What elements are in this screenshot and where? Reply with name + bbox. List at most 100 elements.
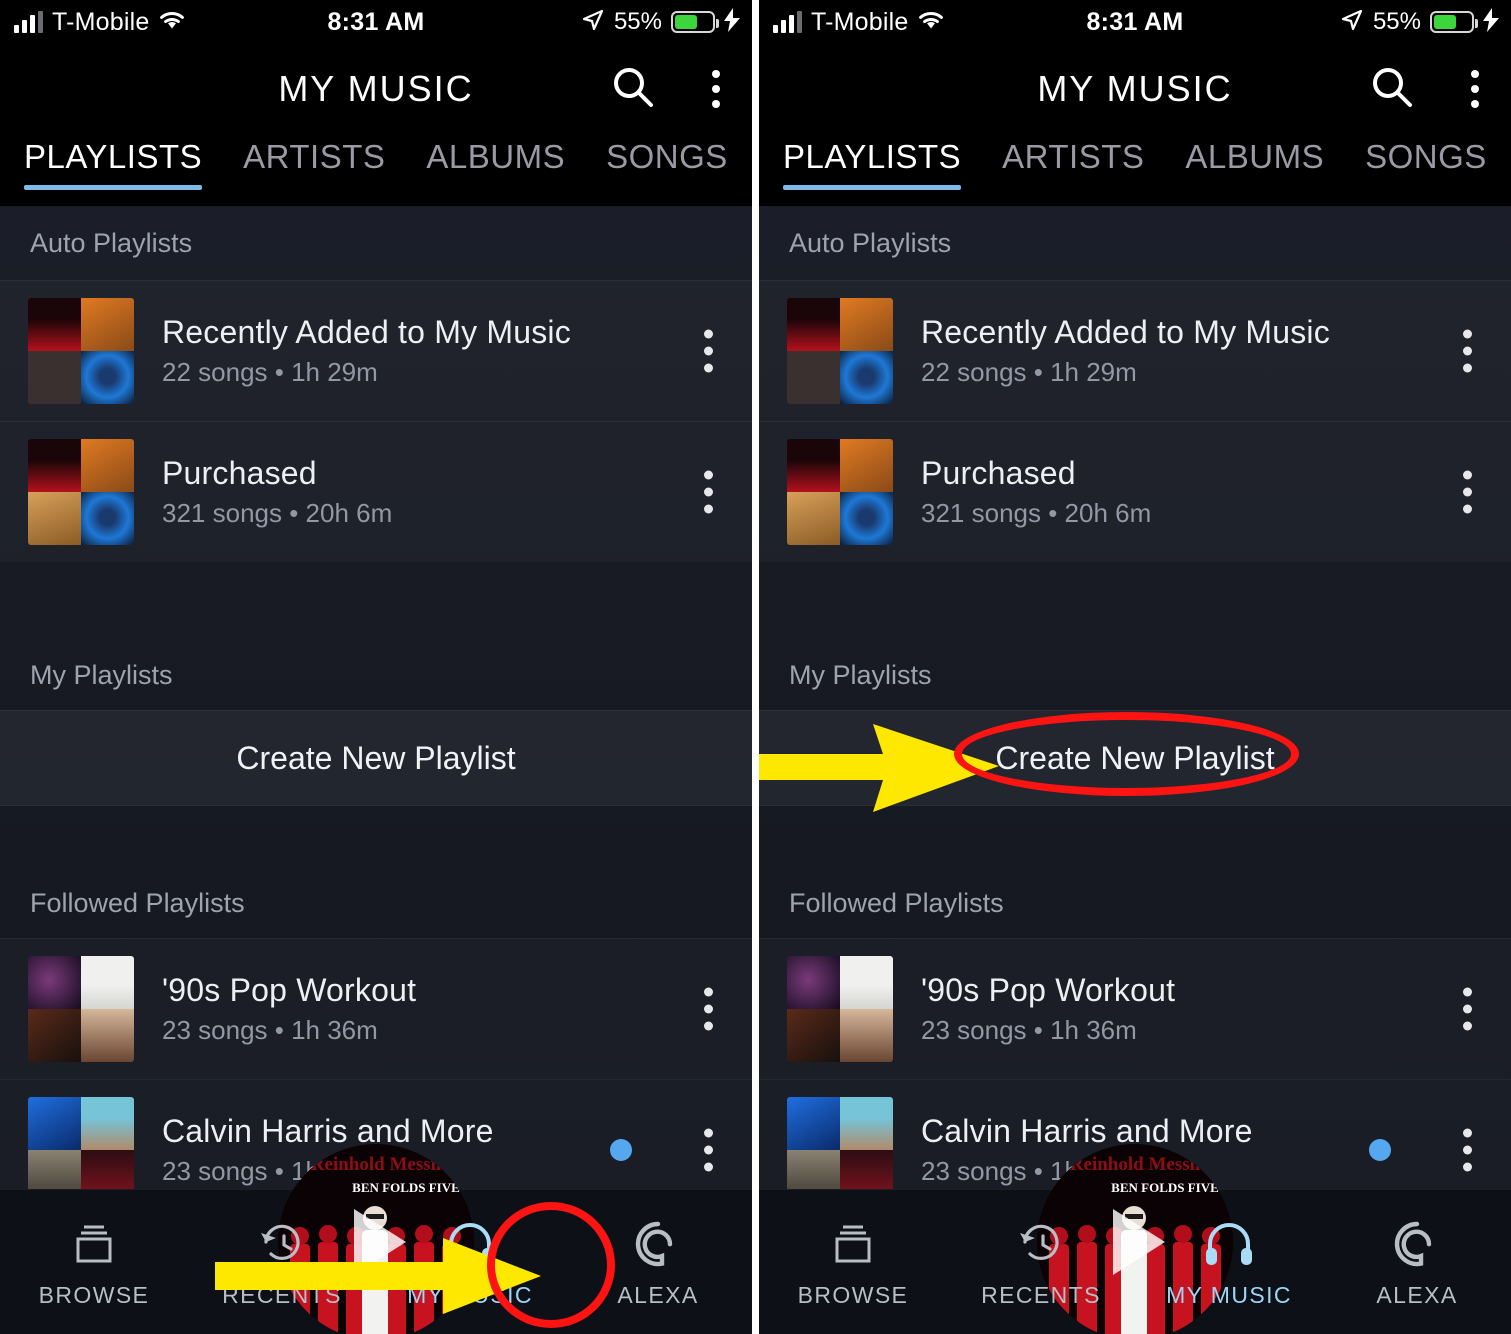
- status-bar: T-Mobile 8:31 AM 55%: [759, 0, 1511, 44]
- playlist-title: Recently Added to My Music: [162, 314, 571, 350]
- playlist-artwork: [787, 1097, 893, 1203]
- app-header: MY MUSIC: [759, 44, 1511, 134]
- battery-icon: [671, 11, 719, 33]
- app-header: MY MUSIC: [0, 44, 752, 134]
- annotation-highlight-my-music: [487, 1202, 615, 1328]
- playlist-title: Purchased: [921, 455, 1076, 491]
- browse-cards-icon: [70, 1216, 118, 1268]
- row-kebab-menu-icon[interactable]: [1457, 465, 1478, 520]
- row-kebab-menu-icon[interactable]: [698, 982, 719, 1037]
- bottom-navigation-bar: BROWSE RECENTS MY MUSIC ALEXA Reinhold M…: [759, 1144, 1511, 1334]
- list-item[interactable]: '90s Pop Workout 23 songs • 1h 36m: [0, 938, 752, 1079]
- list-item-text: Recently Added to My Music 22 songs • 1h…: [921, 314, 1330, 388]
- playlist-title: '90s Pop Workout: [921, 972, 1176, 1008]
- playlist-subtitle: 23 songs • 1h 36m: [921, 1015, 1137, 1045]
- svg-text:BEN FOLDS FIVE: BEN FOLDS FIVE: [352, 1180, 460, 1195]
- screenshot-stage: T-Mobile 8:31 AM 55% MY MUSIC PLAYLISTS …: [0, 0, 1511, 1334]
- tab-albums[interactable]: ALBUMS: [1185, 134, 1324, 176]
- row-kebab-menu-icon[interactable]: [698, 324, 719, 379]
- tab-songs[interactable]: SONGS: [1365, 134, 1487, 176]
- search-icon[interactable]: [610, 64, 656, 115]
- alexa-ring-icon: [634, 1216, 682, 1268]
- playlist-artwork: [28, 439, 134, 545]
- nav-item-recents[interactable]: RECENTS: [947, 1216, 1135, 1309]
- tab-songs[interactable]: SONGS: [606, 134, 728, 176]
- annotation-highlight-create-playlist: [954, 712, 1299, 796]
- nav-label: MY MUSIC: [1166, 1281, 1292, 1308]
- row-kebab-menu-icon[interactable]: [698, 1123, 719, 1178]
- playlist-artwork: [28, 298, 134, 404]
- battery-percent-label: 55%: [1372, 8, 1421, 35]
- clock-label: 8:31 AM: [1086, 7, 1184, 36]
- nav-item-recents[interactable]: RECENTS: [188, 1216, 376, 1309]
- clock-rewind-icon: [1017, 1216, 1065, 1268]
- nav-item-browse[interactable]: BROWSE: [759, 1216, 947, 1309]
- search-icon[interactable]: [1369, 64, 1415, 115]
- svg-text:BEN FOLDS FIVE: BEN FOLDS FIVE: [1111, 1180, 1219, 1195]
- lightning-bolt-icon: [724, 7, 740, 37]
- tab-artists[interactable]: ARTISTS: [1002, 134, 1144, 176]
- status-bar-right: 55%: [581, 0, 740, 44]
- header-actions: [1369, 44, 1489, 134]
- clock-label: 8:31 AM: [327, 7, 425, 36]
- playlist-subtitle: 23 songs • 1h 36m: [162, 1015, 378, 1045]
- nav-label: BROWSE: [38, 1281, 150, 1308]
- playlist-artwork: [787, 956, 893, 1062]
- tab-bar: PLAYLISTS ARTISTS ALBUMS SONGS GENRES: [759, 134, 1511, 206]
- list-item[interactable]: Recently Added to My Music 22 songs • 1h…: [0, 280, 752, 421]
- create-new-playlist-button[interactable]: Create New Playlist: [0, 710, 752, 806]
- playlist-subtitle: 22 songs • 1h 29m: [162, 357, 378, 387]
- list-item[interactable]: '90s Pop Workout 23 songs • 1h 36m: [759, 938, 1511, 1079]
- playlist-title: Purchased: [162, 455, 317, 491]
- svg-text:Reinhold Messn: Reinhold Messn: [1070, 1154, 1201, 1175]
- list-item[interactable]: Purchased 321 songs • 20h 6m: [759, 421, 1511, 562]
- left-screenshot-panel: T-Mobile 8:31 AM 55% MY MUSIC PLAYLISTS …: [0, 0, 752, 1334]
- playlist-artwork: [787, 439, 893, 545]
- playlist-title: Recently Added to My Music: [921, 314, 1330, 350]
- section-header-my-playlists: My Playlists: [789, 659, 932, 690]
- nav-label: BROWSE: [797, 1281, 909, 1308]
- nav-label: RECENTS: [981, 1281, 1101, 1308]
- row-kebab-menu-icon[interactable]: [698, 465, 719, 520]
- downloaded-status-dot: [610, 1139, 632, 1161]
- row-kebab-menu-icon[interactable]: [1457, 1123, 1478, 1178]
- bottom-navigation-bar: BROWSE RECENTS MY MUSIC ALEXA Reinhold M…: [0, 1144, 752, 1334]
- battery-percent-label: 55%: [613, 8, 662, 35]
- tab-artists[interactable]: ARTISTS: [243, 134, 385, 176]
- tab-bar: PLAYLISTS ARTISTS ALBUMS SONGS GENRES: [0, 134, 752, 206]
- section-header-auto-playlists: Auto Playlists: [789, 227, 952, 258]
- playlist-subtitle: 321 songs • 20h 6m: [921, 498, 1152, 528]
- nav-label: ALEXA: [617, 1281, 699, 1308]
- playlist-subtitle: 321 songs • 20h 6m: [162, 498, 393, 528]
- list-item[interactable]: Purchased 321 songs • 20h 6m: [0, 421, 752, 562]
- browse-cards-icon: [829, 1216, 877, 1268]
- list-item[interactable]: Recently Added to My Music 22 songs • 1h…: [759, 280, 1511, 421]
- section-header-followed-playlists: Followed Playlists: [30, 887, 245, 918]
- nav-item-alexa[interactable]: ALEXA: [1323, 1216, 1511, 1309]
- section-header-my-playlists: My Playlists: [30, 659, 173, 690]
- row-kebab-menu-icon[interactable]: [1457, 324, 1478, 379]
- nav-label: RECENTS: [222, 1281, 342, 1308]
- tab-playlists[interactable]: PLAYLISTS: [24, 134, 203, 190]
- lightning-bolt-icon: [1483, 7, 1499, 37]
- section-header-followed-playlists: Followed Playlists: [789, 887, 1004, 918]
- kebab-menu-icon[interactable]: [702, 64, 730, 114]
- nav-item-browse[interactable]: BROWSE: [0, 1216, 188, 1309]
- list-item-text: Recently Added to My Music 22 songs • 1h…: [162, 314, 571, 388]
- nav-item-my-music[interactable]: MY MUSIC: [1135, 1216, 1323, 1309]
- svg-text:Reinhold Messn: Reinhold Messn: [311, 1154, 442, 1175]
- kebab-menu-icon[interactable]: [1461, 64, 1489, 114]
- row-kebab-menu-icon[interactable]: [1457, 982, 1478, 1037]
- location-arrow-icon: [581, 8, 605, 37]
- playlist-artwork: [787, 298, 893, 404]
- playlist-title: '90s Pop Workout: [162, 972, 417, 1008]
- tab-playlists[interactable]: PLAYLISTS: [783, 134, 962, 190]
- section-header-auto-playlists: Auto Playlists: [30, 227, 193, 258]
- tab-albums[interactable]: ALBUMS: [426, 134, 565, 176]
- downloaded-status-dot: [1369, 1139, 1391, 1161]
- right-screenshot-panel: T-Mobile 8:31 AM 55% MY MUSIC PLAYLISTS …: [759, 0, 1511, 1334]
